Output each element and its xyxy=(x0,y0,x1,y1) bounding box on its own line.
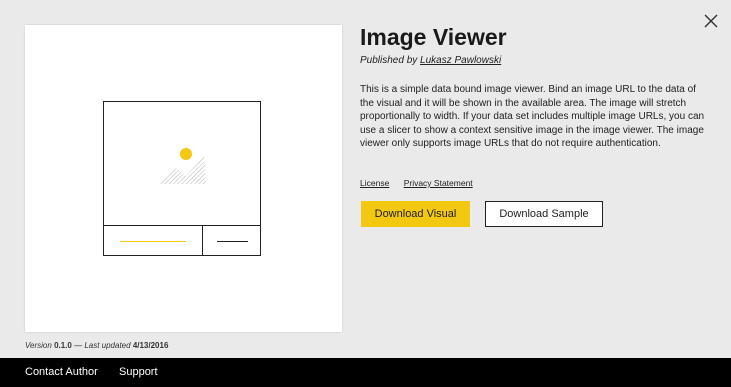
close-button[interactable] xyxy=(700,10,722,32)
version-number: 0.1.0 xyxy=(54,341,72,350)
illustration-black-line xyxy=(217,241,248,242)
image-placeholder-icon xyxy=(160,148,206,184)
visual-title: Image Viewer xyxy=(360,24,507,50)
visual-preview-card xyxy=(25,25,342,332)
updated-date: 4/13/2016 xyxy=(132,341,169,350)
illustration-yellow-line xyxy=(120,241,186,242)
license-link[interactable]: License xyxy=(360,178,389,188)
updated-prefix: — Last updated xyxy=(74,341,131,350)
footer-bar: Contact Author Support xyxy=(0,358,731,387)
visual-illustration xyxy=(103,101,261,256)
version-prefix: Version xyxy=(25,341,52,350)
author-link[interactable]: Lukasz Pawlowski xyxy=(420,55,501,66)
download-sample-button[interactable]: Download Sample xyxy=(485,201,603,227)
illustration-divider xyxy=(104,225,260,226)
contact-author-link[interactable]: Contact Author xyxy=(25,366,98,378)
publisher-line: Published by Lukasz Pawlowski xyxy=(360,55,501,66)
close-icon xyxy=(704,14,718,28)
published-by-label: Published by xyxy=(360,55,418,66)
illustration-vertical-divider xyxy=(202,225,203,255)
visual-description: This is a simple data bound image viewer… xyxy=(360,84,705,149)
support-link[interactable]: Support xyxy=(119,366,158,378)
version-info: Version 0.1.0 — Last updated 4/13/2016 xyxy=(25,341,168,350)
legal-links: License Privacy Statement xyxy=(360,178,485,188)
download-visual-button[interactable]: Download Visual xyxy=(361,201,470,227)
privacy-statement-link[interactable]: Privacy Statement xyxy=(404,178,473,188)
